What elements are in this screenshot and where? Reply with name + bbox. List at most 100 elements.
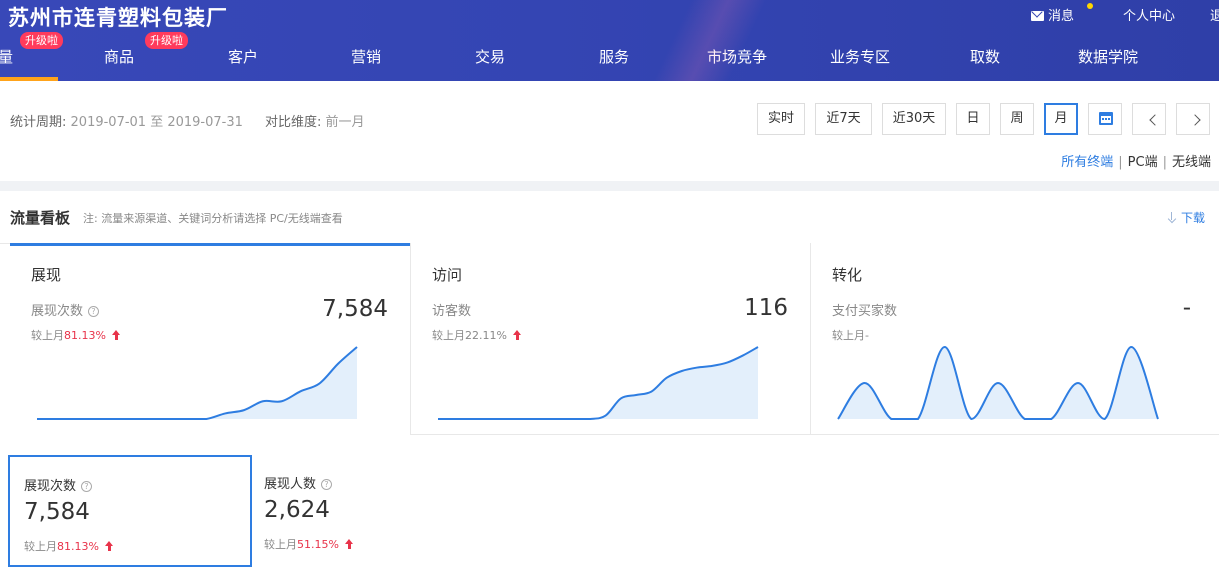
compare-value: 51.15%: [297, 538, 339, 551]
card-title: 转化: [832, 266, 863, 284]
nav-item-customers[interactable]: 客户: [228, 46, 258, 67]
calendar-button[interactable]: [1088, 103, 1122, 135]
upgrade-badge: 升级啦: [145, 32, 188, 49]
compare-value: -: [865, 329, 869, 342]
card-title: 访问: [432, 266, 463, 284]
card-impressions[interactable]: 展现 展现次数? 7,584 较上月81.13%: [10, 243, 410, 435]
nav-item-service[interactable]: 服务: [599, 46, 629, 67]
compare-dimension-label: 对比维度:: [265, 115, 322, 130]
calendar-icon: [1099, 112, 1113, 125]
compare-value: 81.13%: [57, 540, 99, 553]
download-label: 下载: [1180, 211, 1205, 225]
section-gap: [0, 181, 1219, 191]
notification-dot: [1087, 3, 1093, 9]
shop-name: 苏州市连青塑料包装厂: [8, 6, 228, 30]
metric-tile-impressions[interactable]: 展现次数? 7,584 较上月81.13%: [8, 455, 252, 567]
nav-item-trade[interactable]: 交易: [475, 46, 505, 67]
previous-period-button[interactable]: [1132, 103, 1166, 135]
card-compare: 较上月22.11%: [432, 327, 522, 343]
compare-dimension-value[interactable]: 前一月: [326, 115, 365, 130]
card-compare: 较上月81.13%: [31, 327, 121, 343]
last-7-days-button[interactable]: 近7天: [815, 103, 872, 135]
card-metric-label-text: 展现次数: [31, 304, 84, 319]
chevron-right-icon: [1189, 114, 1201, 126]
terminal-wireless[interactable]: 无线端: [1172, 155, 1211, 170]
compare-value: 81.13%: [64, 329, 106, 342]
card-metric-label: 展现次数?: [31, 300, 100, 319]
sparkline-impressions: [36, 346, 358, 420]
metric-label: 展现次数?: [24, 475, 93, 494]
metric-compare: 较上月81.13%: [24, 538, 114, 554]
messages-label: 消息: [1047, 9, 1074, 24]
user-center-link[interactable]: 个人中心: [1123, 5, 1175, 24]
terminal-switch: 所有终端 | PC端 | 无线端: [1061, 151, 1211, 170]
stat-period-label: 统计周期:: [10, 115, 67, 130]
sparkline-conversion: [837, 345, 1159, 421]
chevron-left-icon: [1149, 114, 1161, 126]
truncated-header-link[interactable]: 退: [1210, 5, 1219, 24]
board-title: 流量看板: [10, 209, 71, 227]
card-compare: 较上月-: [832, 327, 869, 343]
stat-period: 统计周期: 2019-07-01 至 2019-07-31: [10, 111, 243, 130]
upgrade-badge: 升级啦: [20, 32, 63, 49]
nav-item-business-zone[interactable]: 业务专区: [830, 46, 890, 67]
nav-item-marketing[interactable]: 营销: [351, 46, 381, 67]
nav-active-indicator: [0, 77, 58, 81]
app-root: 苏州市连青塑料包装厂 消息 个人中心 退 量 升级啦 升级啦 商品 客户 营销 …: [0, 0, 1219, 577]
nav-item-traffic[interactable]: 量: [0, 46, 13, 67]
arrow-up-icon: [512, 330, 522, 340]
week-button[interactable]: 周: [1000, 103, 1034, 135]
sparkline-area: [438, 347, 758, 419]
help-icon[interactable]: ?: [321, 479, 333, 490]
sparkline-area: [37, 347, 357, 419]
arrow-up-icon: [104, 541, 114, 551]
metric-compare: 较上月51.15%: [264, 536, 354, 552]
messages-link[interactable]: 消息: [1030, 5, 1074, 24]
help-icon[interactable]: ?: [88, 306, 100, 317]
card-title: 展现: [31, 266, 62, 284]
card-value: -: [1182, 295, 1191, 321]
compare-value: 22.11%: [465, 329, 507, 342]
nav-item-products[interactable]: 商品: [104, 46, 134, 67]
filter-bar: 统计周期: 2019-07-01 至 2019-07-31 对比维度: 前一月 …: [0, 91, 1219, 181]
nav-item-market-competition[interactable]: 市场竞争: [707, 46, 767, 67]
compare-prefix: 较上月: [264, 538, 297, 551]
card-metric-label: 访客数: [432, 304, 472, 319]
last-30-days-button[interactable]: 近30天: [882, 103, 946, 135]
month-button[interactable]: 月: [1044, 103, 1078, 135]
card-value: 116: [744, 295, 788, 321]
compare-dimension: 对比维度: 前一月: [265, 111, 365, 130]
mail-icon: [1030, 11, 1044, 21]
card-conversion[interactable]: 转化 支付买家数 - 较上月-: [810, 243, 1219, 435]
stat-period-value: 2019-07-01 至 2019-07-31: [70, 115, 243, 130]
board-note: 注: 流量来源渠道、关键词分析请选择 PC/无线端查看: [83, 212, 343, 225]
nav-item-data-fetch[interactable]: 取数: [970, 46, 1000, 67]
download-icon: [1167, 212, 1177, 224]
compare-prefix: 较上月: [31, 329, 64, 342]
terminal-all[interactable]: 所有终端: [1061, 155, 1113, 170]
separator: |: [1118, 155, 1123, 170]
next-period-button[interactable]: [1176, 103, 1210, 135]
compare-prefix: 较上月: [24, 540, 57, 553]
metric-tile-unique-viewers[interactable]: 展现人数? 2,624 较上月51.15%: [248, 455, 492, 567]
card-metric-label: 支付买家数: [832, 304, 898, 319]
help-icon[interactable]: ?: [81, 481, 93, 492]
metric-value: 7,584: [24, 499, 90, 525]
card-visits[interactable]: 访问 访客数 116 较上月22.11%: [410, 243, 810, 435]
terminal-pc[interactable]: PC端: [1128, 155, 1158, 170]
compare-prefix: 较上月: [832, 329, 865, 342]
download-link[interactable]: 下载: [1167, 209, 1205, 226]
metric-value: 2,624: [264, 497, 330, 523]
nav-item-data-academy[interactable]: 数据学院: [1078, 46, 1138, 67]
day-button[interactable]: 日: [956, 103, 990, 135]
card-value: 7,584: [322, 296, 388, 322]
metric-label-text: 展现次数: [24, 479, 77, 494]
compare-prefix: 较上月: [432, 329, 465, 342]
separator: |: [1162, 155, 1167, 170]
metric-label: 展现人数?: [264, 473, 333, 492]
arrow-up-icon: [111, 330, 121, 340]
realtime-button[interactable]: 实时: [757, 103, 805, 135]
sparkline-visits: [437, 346, 759, 420]
metric-label-text: 展现人数: [264, 477, 317, 492]
arrow-up-icon: [344, 539, 354, 549]
